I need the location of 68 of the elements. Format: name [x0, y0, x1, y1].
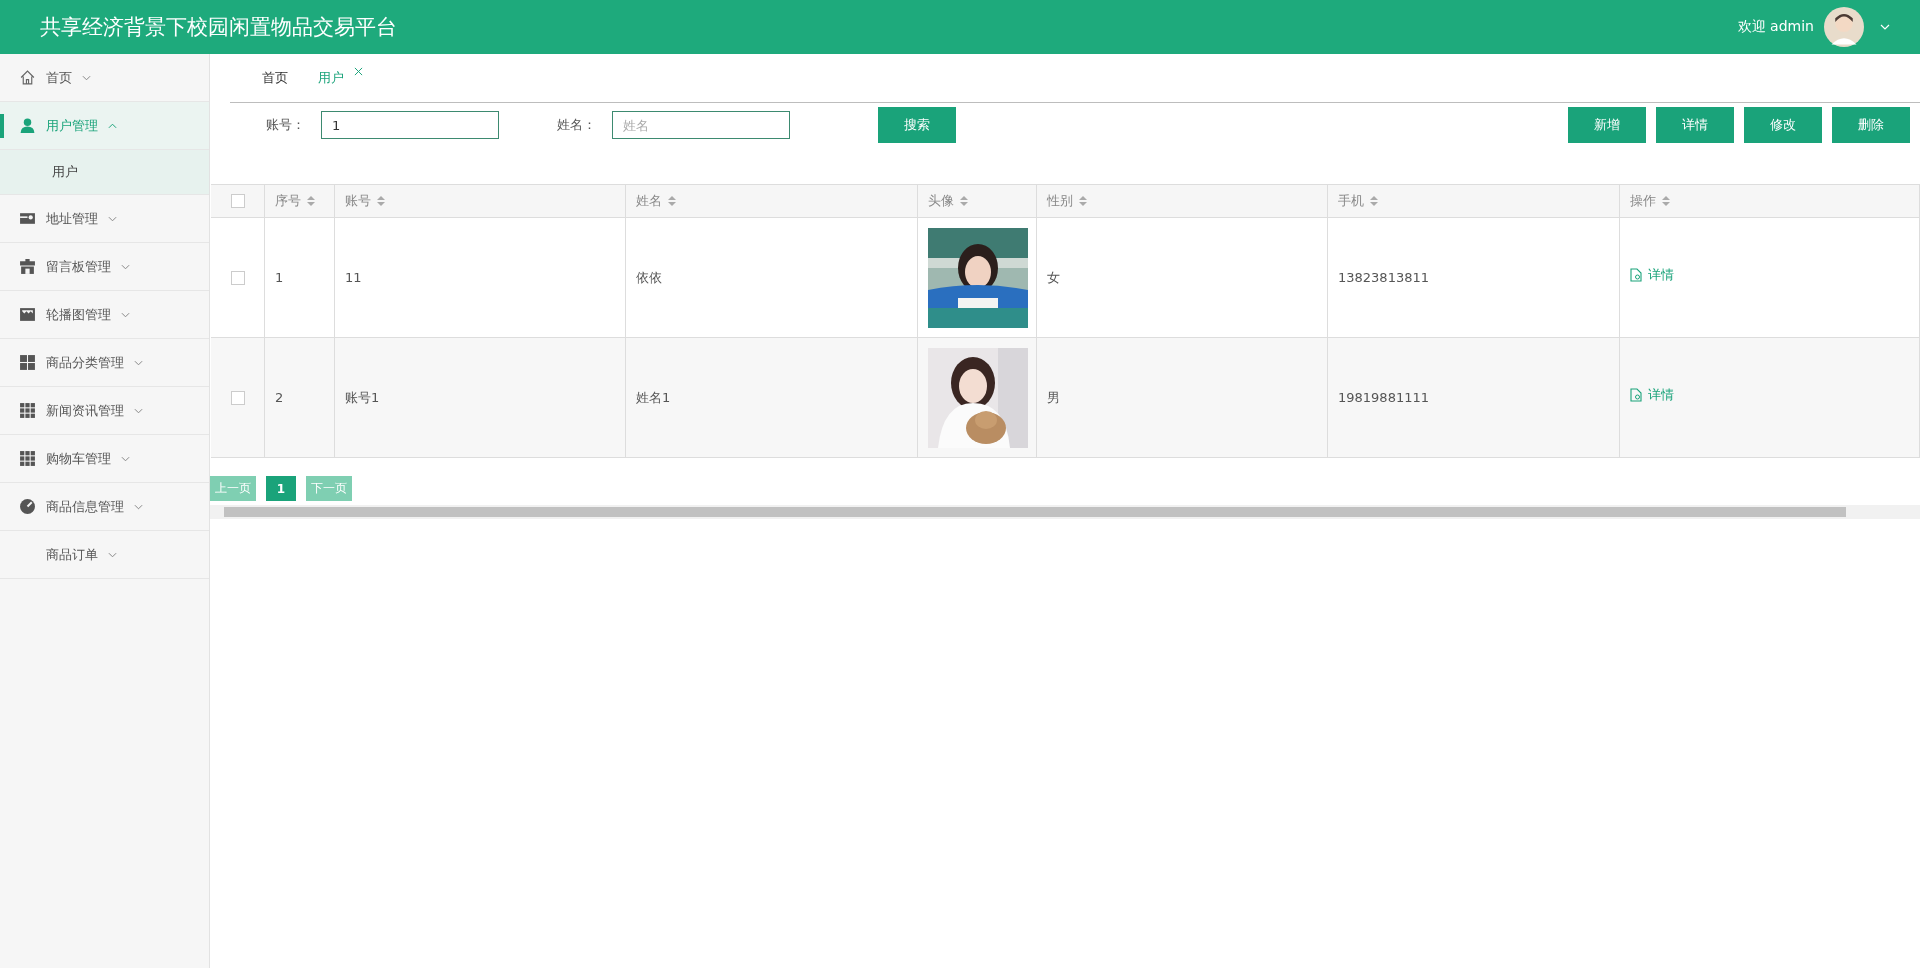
- sort-icon[interactable]: [1662, 196, 1670, 206]
- sort-icon[interactable]: [1370, 196, 1378, 206]
- person-icon: [19, 117, 36, 134]
- app-title: 共享经济背景下校园闲置物品交易平台: [40, 14, 397, 41]
- expand-chevron-icon: [121, 311, 130, 318]
- column-header: 姓名: [636, 192, 662, 210]
- menu-item[interactable]: 地址管理: [0, 195, 209, 243]
- expand-chevron-icon: [108, 215, 117, 222]
- menu-item[interactable]: 留言板管理: [0, 243, 209, 291]
- row-checkbox[interactable]: [230, 390, 245, 405]
- column-header: 头像: [928, 192, 954, 210]
- table-cell: 账号1: [345, 388, 380, 407]
- card-icon: [19, 210, 36, 227]
- dots-grid-icon: [19, 402, 36, 419]
- document-icon: [1630, 267, 1642, 282]
- search-field[interactable]: 1: [321, 111, 499, 139]
- table-cell: 11: [345, 270, 362, 285]
- close-icon[interactable]: [354, 67, 363, 76]
- welcome-text: 欢迎 admin: [1737, 18, 1814, 36]
- home-icon: [19, 69, 36, 86]
- user-avatar-icon[interactable]: [1824, 7, 1864, 47]
- expand-chevron-icon: [134, 503, 143, 510]
- expand-chevron-icon: [134, 407, 143, 414]
- menu-item[interactable]: 商品分类管理: [0, 339, 209, 387]
- expand-chevron-icon: [108, 551, 117, 558]
- expand-chevron-icon: [82, 74, 91, 81]
- search-field[interactable]: 姓名: [612, 111, 790, 139]
- dropdown-chevron-icon[interactable]: [1880, 24, 1890, 30]
- table-cell: 姓名1: [636, 388, 671, 407]
- menu-item[interactable]: 商品订单: [0, 531, 209, 579]
- expand-chevron-icon: [121, 263, 130, 270]
- column-header: 序号: [275, 192, 301, 210]
- menu-item[interactable]: 轮播图管理: [0, 291, 209, 339]
- field-label: 姓名：: [557, 116, 596, 134]
- submenu-item[interactable]: 用户: [0, 150, 209, 195]
- collapse-chevron-icon: [108, 122, 117, 129]
- menu-item[interactable]: 商品信息管理: [0, 483, 209, 531]
- table-cell: 1: [275, 270, 284, 285]
- horizontal-scrollbar[interactable]: [210, 505, 1920, 519]
- sort-icon[interactable]: [668, 196, 676, 206]
- gauge-icon: [19, 498, 36, 515]
- document-icon: [1630, 387, 1642, 402]
- sort-icon[interactable]: [307, 196, 315, 206]
- image-frame-icon: [19, 306, 36, 323]
- expand-chevron-icon: [134, 359, 143, 366]
- expand-chevron-icon: [121, 455, 130, 462]
- column-header: 性别: [1047, 192, 1073, 210]
- menu-item[interactable]: 购物车管理: [0, 435, 209, 483]
- sort-icon[interactable]: [1079, 196, 1087, 206]
- menu-item[interactable]: 新闻资讯管理: [0, 387, 209, 435]
- sort-icon[interactable]: [960, 196, 968, 206]
- sort-icon[interactable]: [377, 196, 385, 206]
- dots-grid-icon: [19, 450, 36, 467]
- table-cell: 19819881111: [1338, 390, 1429, 405]
- select-all-checkbox[interactable]: [230, 194, 245, 208]
- table-cell: 2: [275, 390, 284, 405]
- column-header: 操作: [1630, 192, 1656, 210]
- row-checkbox[interactable]: [230, 270, 245, 285]
- table-cell: 依依: [636, 268, 662, 287]
- grid-icon: [19, 354, 36, 371]
- table-cell: 13823813811: [1338, 270, 1429, 285]
- column-header: 手机: [1338, 192, 1364, 210]
- table-cell: 女: [1047, 268, 1060, 287]
- field-label: 账号：: [266, 116, 305, 134]
- column-header: 账号: [345, 192, 371, 210]
- table-cell: 男: [1047, 388, 1060, 407]
- tab[interactable]: 首页: [262, 69, 288, 87]
- shop-icon: [19, 258, 36, 275]
